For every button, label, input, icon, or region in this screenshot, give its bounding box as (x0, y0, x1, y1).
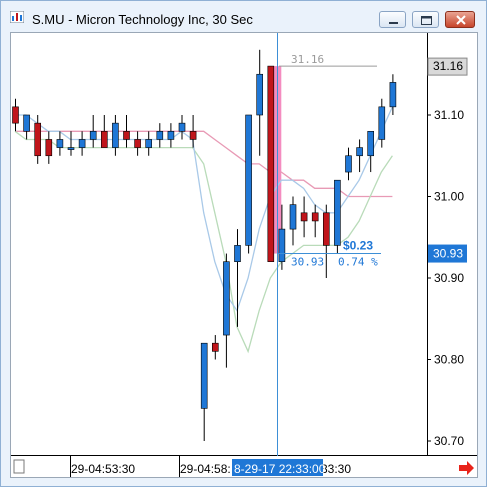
candle-body-up (78, 139, 86, 148)
candle-body-up (178, 122, 186, 132)
candle-body-up (367, 131, 375, 157)
candle-body-down (189, 131, 197, 140)
candle (334, 179, 341, 254)
candle-body-up (334, 179, 341, 246)
price-chart[interactable]: 31.16 $0.23 30.93 0.74 % 31.10 31.00 30.90… (11, 33, 477, 477)
maximize-button[interactable] (412, 11, 439, 28)
candle-body-up (245, 114, 252, 246)
price-label: 31.10 (434, 108, 464, 122)
price-label: 31.00 (434, 190, 464, 204)
candle-body-down (300, 212, 308, 222)
candle-body-down (34, 122, 42, 157)
candle (245, 114, 252, 254)
candle-body-up (67, 147, 75, 150)
scroll-home-box[interactable] (13, 459, 25, 474)
candle-body-up (234, 245, 241, 262)
chart-app-icon (10, 11, 24, 23)
chart-area[interactable]: 31.16 $0.23 30.93 0.74 % 31.10 31.00 30.90… (10, 32, 478, 478)
time-label-3: 33:30 (321, 462, 351, 476)
last-price-badge: 31.16 (427, 57, 468, 76)
candle-body-down (322, 212, 330, 246)
minimize-icon (389, 22, 398, 24)
candle-body-down (311, 212, 319, 222)
price-label: 30.80 (434, 353, 464, 367)
candle-body-up (223, 261, 230, 336)
candle-body-up (145, 139, 152, 148)
candle-body-up (356, 147, 363, 157)
candle-body-up (378, 106, 386, 140)
change-amount-label: $0.23 (343, 239, 373, 253)
candle-body-up (345, 155, 352, 173)
candle-body-down (134, 139, 141, 148)
maximize-icon (421, 16, 432, 25)
change-percent-label: 0.74 % (338, 256, 378, 269)
minimize-button[interactable] (379, 11, 406, 28)
close-button[interactable] (445, 11, 475, 28)
chart-window: S.MU - Micron Technology Inc, 30 Sec 31.… (0, 0, 487, 487)
candle (267, 65, 275, 263)
title-bar[interactable]: S.MU - Micron Technology Inc, 30 Sec (1, 1, 486, 31)
window-title: S.MU - Micron Technology Inc, 30 Sec (32, 12, 253, 27)
last-price-text: 31.16 (433, 59, 463, 73)
time-label-2: 29-04:58: (180, 462, 231, 476)
candle-body-up (256, 73, 263, 116)
candle-body-down (267, 65, 275, 263)
candle-body-up (389, 82, 397, 108)
candle-body-up (89, 131, 97, 140)
price-label: 30.70 (434, 434, 464, 448)
change-from-label: 30.93 (291, 256, 324, 269)
candle-body-up (278, 228, 286, 263)
crosshair-price-badge: 30.93 (428, 244, 467, 263)
candle-body-up (112, 122, 119, 148)
crosshair-time-text: 8-29-17 22:33:00 (234, 462, 326, 476)
high-reference-label: 31.16 (291, 53, 324, 66)
crosshair-price-text: 30.93 (433, 247, 463, 261)
candle-body-up (156, 131, 164, 140)
price-label: 30.90 (434, 271, 464, 285)
candle-body-down (12, 106, 19, 124)
candle-body-down (101, 131, 108, 148)
candle-body-up (56, 139, 64, 148)
candle-body-down (123, 131, 130, 140)
candle-body-down (212, 342, 219, 352)
candle-body-up (289, 204, 297, 230)
candle-body-up (200, 342, 208, 409)
candle-body-up (23, 114, 30, 132)
candle-body-down (45, 139, 53, 157)
price-axis-labels: 31.10 31.00 30.90 30.80 30.70 (427, 108, 464, 448)
close-icon (456, 15, 466, 25)
candle-body-up (167, 131, 175, 140)
time-label-1: 29-04:53:30 (71, 462, 135, 476)
